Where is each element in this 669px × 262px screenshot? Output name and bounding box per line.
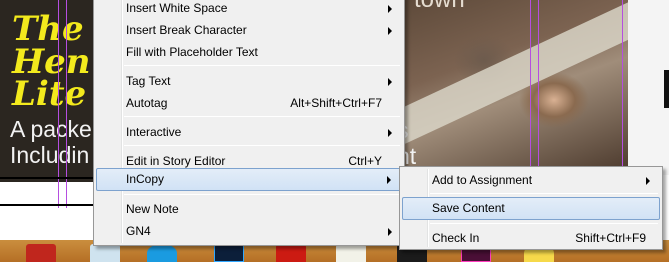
menu-item-label: GN4 (126, 224, 151, 238)
left-text-frame[interactable]: The Hen Lite A packe Includin (0, 0, 108, 182)
right-page-strip (628, 0, 669, 175)
incopy-submenu: Add to Assignment Save Content Check In … (399, 166, 663, 250)
notepad-icon[interactable] (336, 244, 366, 262)
menu-separator (124, 194, 400, 195)
page-edge-block (664, 70, 669, 108)
menu-item-autotag[interactable]: Autotag Alt+Shift+Ctrl+F7 (96, 92, 402, 114)
skype-icon[interactable] (147, 244, 177, 262)
menu-item-label: Insert Break Character (126, 23, 247, 37)
menu-item-label: Fill with Placeholder Text (126, 45, 258, 59)
acrobat-icon[interactable] (26, 244, 56, 262)
submenu-arrow-icon (646, 177, 650, 185)
submenu-arrow-icon (388, 78, 392, 86)
headline-line-2: Hen (12, 42, 91, 82)
context-menu: Insert White Space Insert Break Characte… (93, 0, 405, 246)
explorer-icon[interactable] (90, 244, 120, 262)
menu-item-check-in[interactable]: Check In Shift+Ctrl+F9 (402, 227, 660, 249)
photo-table (404, 0, 628, 144)
menu-item-interactive[interactable]: Interactive (96, 121, 402, 143)
menu-separator (124, 145, 400, 146)
submenu-arrow-icon (388, 27, 392, 35)
submenu-arrow-icon (388, 228, 392, 236)
menu-item-label: Interactive (126, 125, 182, 139)
menu-separator (430, 193, 658, 194)
frame-bottom-rule (0, 177, 108, 179)
submenu-arrow-icon (388, 129, 392, 137)
photoshop-icon[interactable] (214, 244, 244, 262)
submenu-arrow-icon (388, 5, 392, 13)
menu-separator (430, 223, 658, 224)
menu-item-new-note[interactable]: New Note (96, 198, 402, 220)
submenu-arrow-icon (387, 176, 391, 184)
menu-item-label: Save Content (432, 201, 505, 215)
body-line-1: A packe (10, 116, 92, 142)
body-line-2: Includin (10, 142, 90, 168)
menu-item-add-to-assignment[interactable]: Add to Assignment (402, 169, 660, 191)
menu-item-tag-text[interactable]: Tag Text (96, 70, 402, 92)
menu-item-label: Tag Text (126, 74, 171, 88)
menu-separator (124, 65, 400, 66)
menu-item-save-content[interactable]: Save Content (402, 197, 660, 220)
menu-item-insert-white-space[interactable]: Insert White Space (96, 0, 402, 19)
menu-item-label: New Note (126, 202, 179, 216)
menu-item-insert-break-character[interactable]: Insert Break Character (96, 19, 402, 41)
menu-item-label: InCopy (126, 172, 165, 186)
menu-item-shortcut: Shift+Ctrl+F9 (575, 231, 646, 245)
photo-caption-text: town (414, 0, 465, 14)
menu-item-label: Add to Assignment (432, 173, 533, 187)
menu-item-gn4[interactable]: GN4 (96, 220, 402, 242)
menu-item-shortcut: Alt+Shift+Ctrl+F7 (290, 96, 382, 110)
headline-line-1: The (12, 9, 84, 49)
photo-frame[interactable]: town (404, 0, 628, 170)
menu-item-fill-placeholder-text[interactable]: Fill with Placeholder Text (96, 41, 402, 63)
acrobat-reader-icon[interactable] (276, 244, 306, 262)
menu-separator (124, 116, 400, 117)
menu-item-label: Insert White Space (126, 1, 228, 15)
menu-item-incopy[interactable]: InCopy (96, 168, 402, 191)
menu-item-label: Check In (432, 231, 480, 245)
frame-bottom-rule (0, 204, 100, 206)
headline-line-3: Lite (12, 74, 87, 114)
menu-item-label: Autotag (126, 96, 168, 110)
